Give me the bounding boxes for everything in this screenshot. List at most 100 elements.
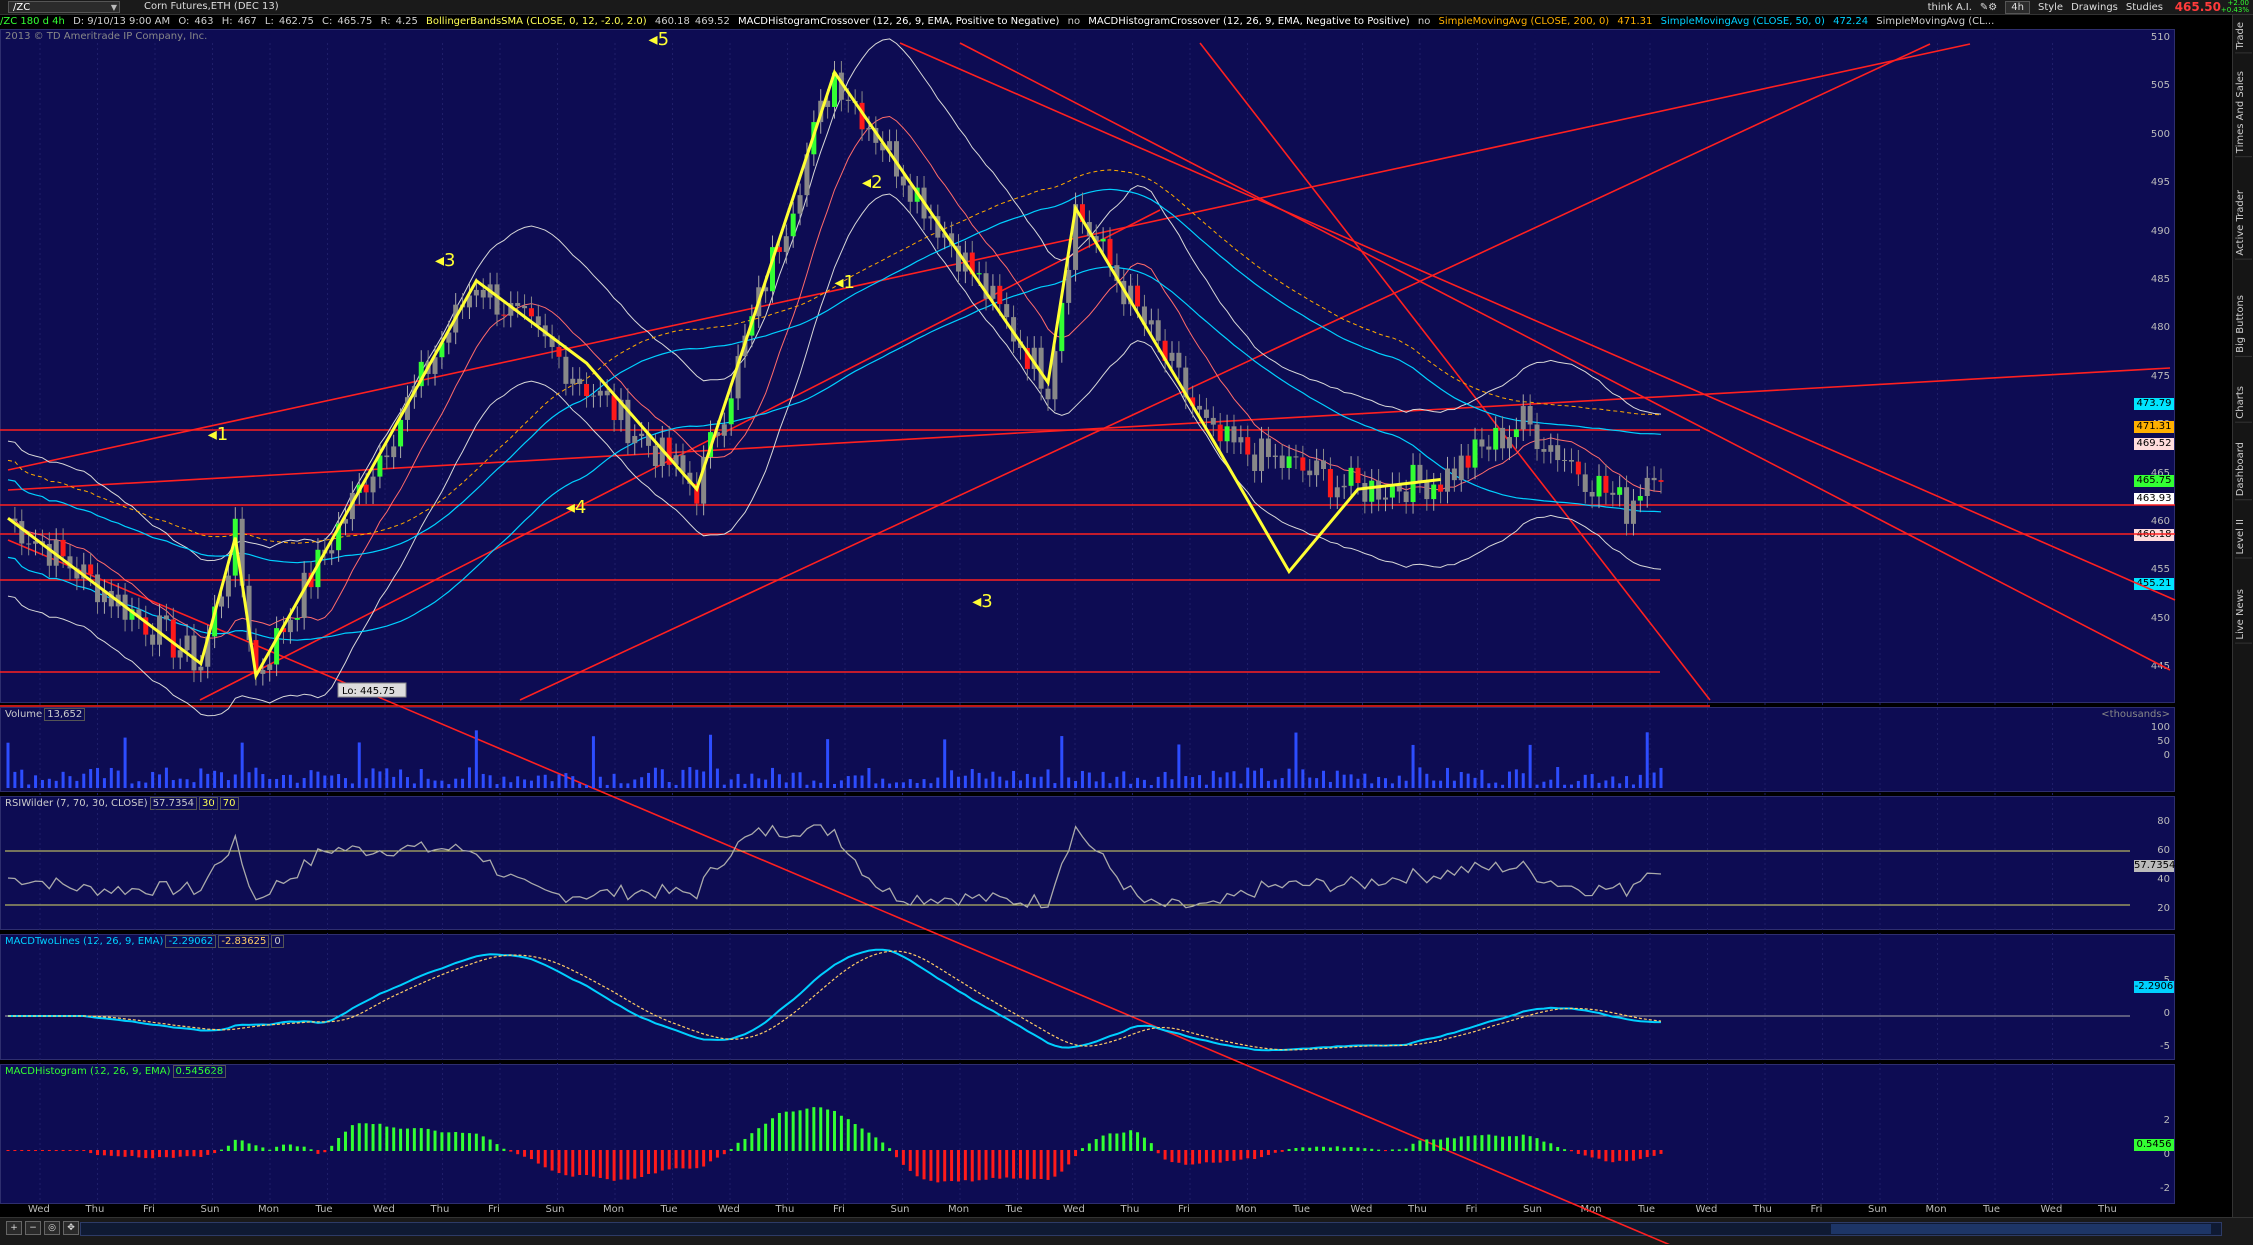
candle-body — [1279, 455, 1285, 468]
hist-bar — [109, 1150, 113, 1156]
hist-bar — [543, 1150, 547, 1168]
hist-bar — [1012, 1150, 1016, 1179]
hist-bar — [653, 1150, 657, 1174]
volume-bar — [20, 769, 24, 788]
hist-bar — [1528, 1136, 1532, 1151]
volume-bar — [1631, 784, 1635, 788]
candle-body — [1589, 491, 1595, 497]
volume-bar — [206, 773, 210, 788]
volume-bar — [1280, 778, 1284, 788]
hist-bar — [1239, 1150, 1243, 1160]
volume-bar — [378, 771, 382, 788]
candle-body — [1630, 500, 1636, 524]
hist-bar — [1204, 1150, 1208, 1163]
volume-bar — [502, 776, 506, 788]
volume-bar — [199, 768, 203, 788]
volume-bar — [261, 774, 265, 788]
volume-bar — [681, 769, 685, 788]
volume-bar — [1287, 768, 1291, 788]
volume-bar — [1514, 769, 1518, 788]
hist-bar — [695, 1150, 699, 1169]
candle-body — [1327, 469, 1333, 498]
candle-body — [384, 455, 390, 458]
volume-bar — [1390, 783, 1394, 788]
hist-bar — [1487, 1134, 1491, 1151]
candle-body — [563, 356, 569, 384]
volume-bar — [495, 784, 499, 788]
volume-bar — [853, 775, 857, 788]
hist-bar — [1404, 1148, 1408, 1151]
volume-bar — [977, 772, 981, 788]
volume-bar — [40, 779, 44, 788]
hist-bar — [1459, 1136, 1463, 1151]
volume-bar — [151, 771, 155, 788]
volume-bar — [1459, 771, 1463, 788]
volume-bar — [571, 776, 575, 788]
candle-body — [604, 390, 610, 396]
hist-bar — [116, 1150, 120, 1157]
hist-bar — [192, 1150, 196, 1157]
candle-body — [721, 424, 727, 436]
hist-bar — [1618, 1150, 1622, 1161]
hist-bar — [1232, 1150, 1236, 1161]
hist-bar — [1184, 1150, 1188, 1165]
volume-bar — [1411, 744, 1415, 788]
hist-bar — [516, 1150, 520, 1155]
wave-label: ◂2 — [862, 172, 883, 193]
hist-bar — [454, 1132, 458, 1151]
hist-bar — [316, 1150, 320, 1154]
volume-bar — [1349, 774, 1353, 788]
volume-bar — [826, 739, 830, 788]
hist-bar — [1597, 1150, 1601, 1159]
hist-bar — [164, 1150, 168, 1158]
hist-bar — [963, 1150, 967, 1181]
hist-bar — [295, 1146, 299, 1151]
volume-bar — [812, 780, 816, 788]
hist-bar — [171, 1150, 175, 1158]
hist-bar — [68, 1150, 72, 1151]
volume-bar — [405, 777, 409, 788]
candle-body — [184, 635, 190, 651]
hist-bar — [564, 1150, 568, 1176]
hist-bar — [977, 1150, 981, 1181]
hist-bar — [1542, 1141, 1546, 1151]
hist-bar — [1370, 1148, 1374, 1151]
candle-body — [1362, 482, 1368, 502]
hist-bar — [860, 1128, 864, 1151]
hist-bar — [405, 1128, 409, 1151]
hist-bar — [1425, 1139, 1429, 1151]
volume-bar — [922, 779, 926, 788]
volume-bar — [1356, 778, 1360, 788]
volume-bar — [282, 774, 285, 788]
volume-bar — [743, 783, 747, 788]
candle-body — [1575, 461, 1581, 475]
hist-bar — [1067, 1150, 1071, 1165]
volume-bar — [1204, 784, 1208, 788]
volume-bar — [908, 779, 912, 788]
candle-body — [1369, 480, 1375, 502]
hist-bar — [350, 1125, 354, 1151]
candle-body — [1438, 484, 1444, 492]
hist-bar — [585, 1150, 589, 1176]
volume-bar — [688, 767, 692, 788]
candle-body — [1376, 480, 1382, 500]
hist-bar — [681, 1150, 685, 1169]
hist-bar — [1631, 1150, 1635, 1161]
hist-bar — [240, 1140, 244, 1151]
hist-bar — [399, 1128, 403, 1151]
rsi-line — [7, 824, 1662, 909]
volume-bar — [330, 775, 334, 788]
candle-body — [976, 273, 982, 275]
hist-bar — [1625, 1150, 1629, 1162]
hist-bar — [302, 1146, 306, 1151]
volume-bar — [1177, 744, 1181, 788]
hist-bar — [557, 1150, 561, 1174]
hist-bar — [619, 1150, 623, 1180]
candle-body — [1293, 456, 1299, 458]
volume-bar — [1425, 773, 1429, 788]
candle-body — [1513, 429, 1519, 438]
volume-bar — [247, 772, 251, 788]
volume-bar — [323, 775, 327, 788]
volume-bar — [1625, 776, 1629, 788]
volume-bar — [626, 783, 630, 788]
